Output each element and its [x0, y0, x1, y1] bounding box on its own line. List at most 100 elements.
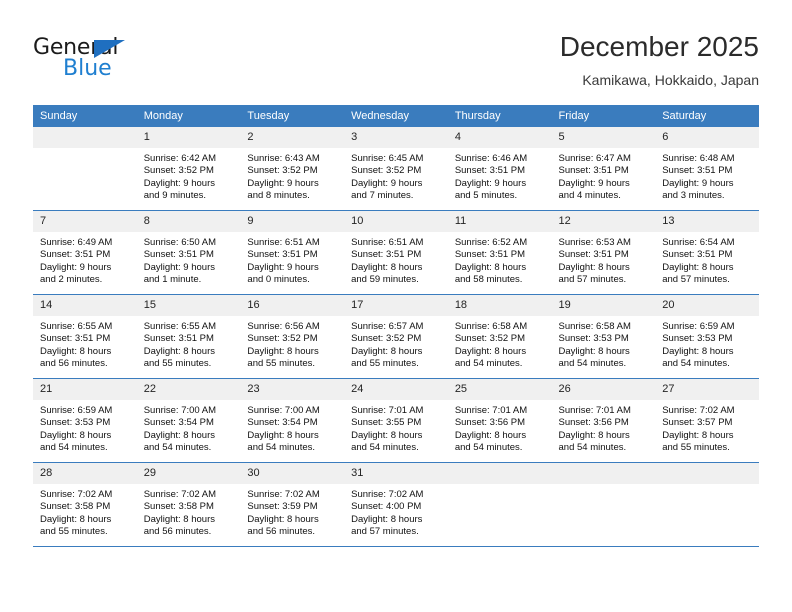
day-detail-line: and 54 minutes. [454, 358, 523, 370]
day-details: Sunrise: 6:47 AM Sunset: 3:51 PM Daylight:… [552, 148, 656, 203]
calendar-day-cell[interactable]: 14 Sunrise: 6:55 AM Sunset: 3:51 PM Dayligh… [33, 294, 137, 379]
weekday-header-tuesday: Tuesday [240, 105, 345, 127]
day-number: 21 [33, 379, 137, 400]
calendar-day-cell[interactable]: 9 Sunrise: 6:51 AM Sunset: 3:51 PM Daylight… [240, 210, 345, 295]
day-detail-line: Daylight: 9 hours [454, 177, 527, 189]
day-number: 13 [655, 211, 759, 232]
calendar-day-cell[interactable]: 29 Sunrise: 7:02 AM Sunset: 3:58 PM Dayligh… [136, 462, 241, 546]
day-detail-line: Sunset: 3:52 PM [351, 165, 422, 177]
weekday-header-wednesday: Wednesday [344, 105, 448, 127]
day-detail-line: Daylight: 9 hours [247, 261, 319, 273]
calendar-day-cell[interactable]: 15 Sunrise: 6:55 AM Sunset: 3:51 PM Dayligh… [136, 294, 241, 379]
calendar-day-cell[interactable]: 31 Sunrise: 7:02 AM Sunset: 4:00 PM Dayligh… [344, 462, 448, 546]
calendar-day-cell[interactable]: 21 Sunrise: 6:59 AM Sunset: 3:53 PM Dayligh… [33, 378, 137, 463]
day-details: Sunrise: 6:51 AM Sunset: 3:51 PM Daylight:… [240, 232, 344, 287]
day-detail-line: Daylight: 8 hours [454, 429, 527, 441]
calendar-day-cell[interactable]: 11 Sunrise: 6:52 AM Sunset: 3:51 PM Dayligh… [447, 210, 552, 295]
calendar-day-cell[interactable]: 16 Sunrise: 6:56 AM Sunset: 3:52 PM Dayligh… [240, 294, 345, 379]
day-number: 11 [447, 211, 552, 232]
calendar-day-cell[interactable]: 7 Sunrise: 6:49 AM Sunset: 3:51 PM Daylight… [33, 210, 137, 295]
day-detail-line: Sunrise: 7:01 AM [558, 405, 631, 416]
weekday-header-saturday: Saturday [655, 105, 759, 127]
day-detail-line: Daylight: 8 hours [558, 261, 630, 273]
day-detail-line: Sunrise: 6:42 AM [143, 153, 217, 164]
page-subtitle: Kamikawa, Hokkaido, Japan [582, 72, 759, 88]
day-details [655, 484, 759, 489]
calendar-day-cell[interactable]: 22 Sunrise: 7:00 AM Sunset: 3:54 PM Dayligh… [136, 378, 241, 463]
day-number: 8 [136, 211, 241, 232]
day-detail-line: and 8 minutes. [247, 190, 310, 202]
calendar-day-cell[interactable]: 8 Sunrise: 6:50 AM Sunset: 3:51 PM Daylight… [136, 210, 241, 295]
calendar-day-cell[interactable]: 4 Sunrise: 6:46 AM Sunset: 3:51 PM Daylight… [447, 127, 552, 211]
calendar-day-cell[interactable]: 18 Sunrise: 6:58 AM Sunset: 3:52 PM Dayligh… [447, 294, 552, 379]
calendar-day-cell[interactable]: 5 Sunrise: 6:47 AM Sunset: 3:51 PM Daylight… [551, 127, 656, 211]
day-number: 30 [240, 463, 345, 484]
day-detail-line: Sunrise: 7:00 AM [143, 405, 217, 416]
day-detail-line: Sunset: 3:53 PM [40, 417, 111, 429]
calendar-day-cell[interactable]: 24 Sunrise: 7:01 AM Sunset: 3:55 PM Dayligh… [344, 378, 448, 463]
day-details: Sunrise: 6:51 AM Sunset: 3:51 PM Daylight:… [344, 232, 448, 287]
calendar-day-cell[interactable]: 30 Sunrise: 7:02 AM Sunset: 3:59 PM Dayligh… [240, 462, 345, 546]
day-number: 9 [240, 211, 345, 232]
calendar-day-cell[interactable]: 12 Sunrise: 6:53 AM Sunset: 3:51 PM Dayligh… [551, 210, 656, 295]
day-number: 24 [344, 379, 448, 400]
calendar-day-cell[interactable]: 17 Sunrise: 6:57 AM Sunset: 3:52 PM Dayligh… [344, 294, 448, 379]
day-detail-line: Daylight: 8 hours [143, 345, 215, 357]
day-detail-line: Daylight: 9 hours [143, 177, 215, 189]
day-number: 29 [136, 463, 241, 484]
calendar-day-cell[interactable]: 13 Sunrise: 6:54 AM Sunset: 3:51 PM Dayligh… [655, 210, 759, 295]
calendar-day-cell[interactable]: 20 Sunrise: 6:59 AM Sunset: 3:53 PM Dayligh… [655, 294, 759, 379]
day-details [448, 484, 552, 489]
calendar-day-cell[interactable]: 25 Sunrise: 7:01 AM Sunset: 3:56 PM Dayligh… [447, 378, 552, 463]
day-detail-line: Sunrise: 6:48 AM [662, 153, 735, 164]
calendar-day-cell[interactable]: 2 Sunrise: 6:43 AM Sunset: 3:52 PM Daylight… [240, 127, 345, 211]
day-detail-line: and 57 minutes. [558, 274, 627, 286]
day-detail-line: and 57 minutes. [662, 274, 730, 286]
calendar-day-cell[interactable]: 27 Sunrise: 7:02 AM Sunset: 3:57 PM Dayligh… [655, 378, 759, 463]
day-detail-line: Daylight: 8 hours [662, 261, 734, 273]
day-detail-line: Sunrise: 6:46 AM [454, 153, 528, 164]
calendar-day-cell[interactable]: 26 Sunrise: 7:01 AM Sunset: 3:56 PM Dayligh… [551, 378, 656, 463]
day-detail-line: Daylight: 8 hours [351, 513, 423, 525]
day-details: Sunrise: 6:57 AM Sunset: 3:52 PM Daylight:… [344, 316, 448, 371]
calendar-day-cell[interactable]: 3 Sunrise: 6:45 AM Sunset: 3:52 PM Daylight… [344, 127, 448, 211]
day-detail-line: Daylight: 8 hours [662, 429, 734, 441]
day-number: 7 [33, 211, 137, 232]
day-detail-line: Sunset: 3:51 PM [454, 249, 526, 261]
day-detail-line: Sunset: 4:00 PM [351, 501, 422, 513]
day-details: Sunrise: 6:45 AM Sunset: 3:52 PM Daylight:… [344, 148, 448, 203]
day-number: 5 [551, 127, 656, 148]
day-detail-line: Sunrise: 6:51 AM [351, 237, 424, 248]
day-detail-line: Daylight: 8 hours [40, 429, 112, 441]
day-detail-line: Daylight: 8 hours [558, 429, 630, 441]
day-detail-line: Sunrise: 6:49 AM [40, 237, 113, 248]
day-detail-line: Sunrise: 7:02 AM [247, 489, 320, 500]
day-detail-line: Sunset: 3:51 PM [143, 249, 214, 261]
day-details: Sunrise: 6:48 AM Sunset: 3:51 PM Daylight:… [655, 148, 759, 203]
day-detail-line: Sunrise: 6:59 AM [40, 405, 113, 416]
day-number: 18 [447, 295, 552, 316]
calendar-header-row: Sunday Monday Tuesday Wednesday Thursday Frid… [33, 105, 759, 127]
day-number: 3 [344, 127, 448, 148]
day-detail-line: Daylight: 8 hours [351, 261, 423, 273]
day-detail-line: and 54 minutes. [351, 442, 419, 454]
calendar-day-cell[interactable]: 10 Sunrise: 6:51 AM Sunset: 3:51 PM Dayligh… [344, 210, 448, 295]
weekday-header-thursday: Thursday [447, 105, 552, 127]
day-detail-line: and 55 minutes. [662, 442, 730, 454]
day-detail-line: Sunset: 3:52 PM [351, 333, 422, 345]
day-details: Sunrise: 7:00 AM Sunset: 3:54 PM Daylight:… [240, 400, 344, 455]
calendar-day-cell[interactable]: 1 Sunrise: 6:42 AM Sunset: 3:52 PM Daylight… [136, 127, 241, 211]
day-detail-line: Daylight: 8 hours [247, 513, 319, 525]
day-details [33, 148, 137, 153]
day-details: Sunrise: 6:55 AM Sunset: 3:51 PM Daylight:… [137, 316, 241, 371]
calendar-day-cell[interactable]: 28 Sunrise: 7:02 AM Sunset: 3:58 PM Dayligh… [33, 462, 137, 546]
day-details: Sunrise: 7:01 AM Sunset: 3:56 PM Daylight:… [552, 400, 656, 455]
day-detail-line: and 3 minutes. [662, 190, 725, 202]
general-blue-logo[interactable]: General Blue [33, 35, 233, 91]
calendar-day-cell[interactable]: 6 Sunrise: 6:48 AM Sunset: 3:51 PM Daylight… [655, 127, 759, 211]
calendar-day-cell[interactable]: 23 Sunrise: 7:00 AM Sunset: 3:54 PM Dayligh… [240, 378, 345, 463]
day-details: Sunrise: 6:53 AM Sunset: 3:51 PM Daylight:… [552, 232, 656, 287]
calendar-day-cell[interactable]: 19 Sunrise: 6:58 AM Sunset: 3:53 PM Dayligh… [551, 294, 656, 379]
day-detail-line: Sunrise: 6:47 AM [558, 153, 631, 164]
calendar-week-row: 28 Sunrise: 7:02 AM Sunset: 3:58 PM Dayligh… [33, 462, 759, 546]
